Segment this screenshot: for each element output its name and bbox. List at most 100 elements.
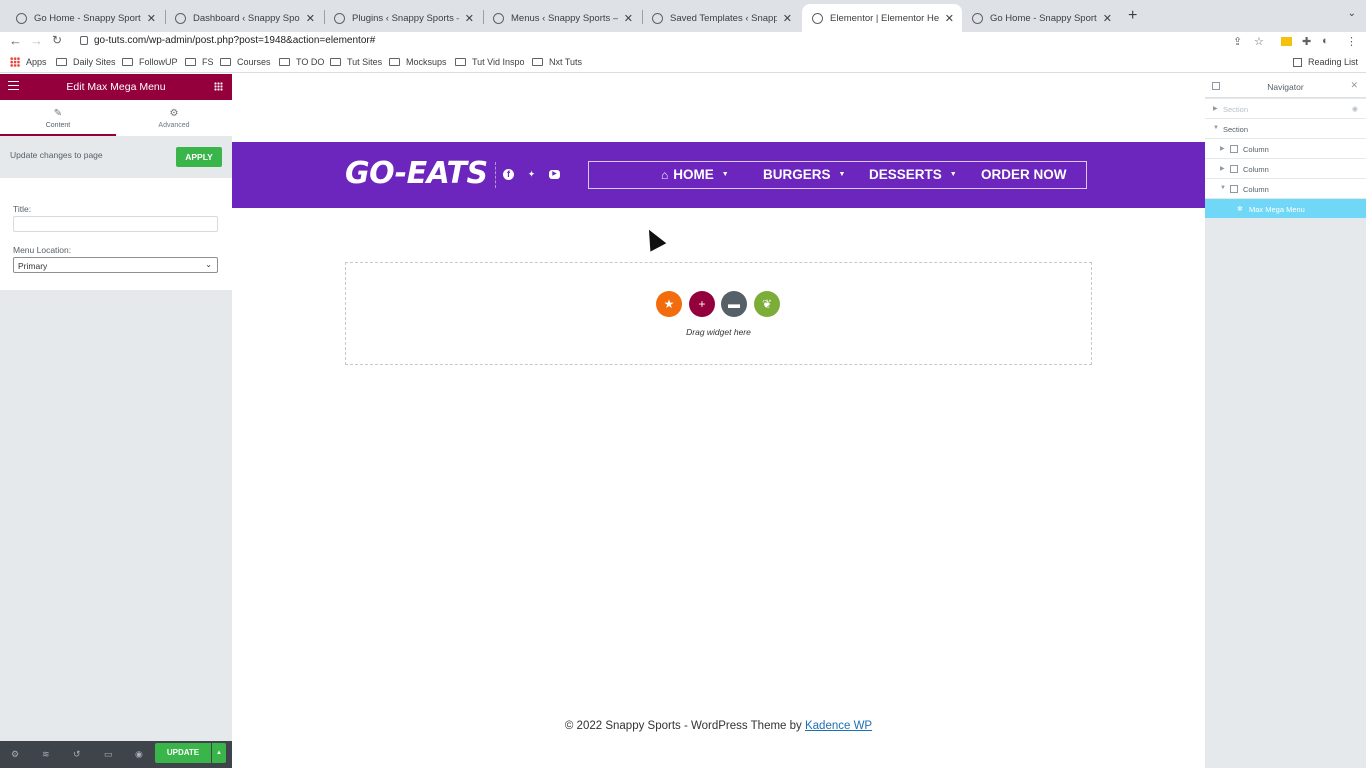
menu-item-order-now[interactable]: ORDER NOW	[981, 167, 1067, 182]
update-button[interactable]: UPDATE	[155, 743, 211, 763]
folder-icon[interactable]: ▬	[721, 291, 747, 317]
close-icon[interactable]: ✕	[624, 12, 633, 25]
bookmarks-bar: Apps Daily Sites FollowUP FS Courses TO …	[0, 52, 1366, 73]
bookmark-folder[interactable]: Tut Vid Inspo	[455, 57, 525, 67]
globe-icon	[812, 12, 823, 24]
history-icon[interactable]: ↺	[73, 749, 81, 760]
browser-tab-active[interactable]: Elementor | Elementor Header ✕	[802, 4, 962, 32]
bookmark-folder[interactable]: Mocksups	[389, 57, 447, 67]
navigator-item-section[interactable]: ▶ Section ◉	[1205, 99, 1366, 119]
navigator-item-column[interactable]: ▶ Column	[1205, 139, 1366, 159]
bookmark-label: Apps	[26, 57, 47, 67]
update-options-caret-icon[interactable]: ▲	[212, 743, 226, 763]
caret-down-icon: ▼	[838, 171, 846, 178]
star-icon[interactable]: ☆	[1254, 35, 1264, 48]
youtube-icon[interactable]: ▶	[549, 170, 560, 179]
title-field[interactable]	[13, 216, 218, 232]
envato-leaf-icon[interactable]: ❦	[754, 291, 780, 317]
star-icon[interactable]: ★	[656, 291, 682, 317]
reload-icon[interactable]: ↻	[52, 33, 62, 47]
navigator-item-label: Max Mega Menu	[1249, 205, 1305, 214]
menu-location-select[interactable]: Primary ⌄	[13, 257, 218, 273]
close-icon[interactable]: ✕	[465, 12, 474, 25]
site-header[interactable]: GO-EATS f ✦ ▶ ⌂ HOME ▼ BURGERS ▼ DESSERT…	[232, 142, 1205, 208]
bookmark-folder[interactable]: Tut Sites	[330, 57, 382, 67]
add-section-button[interactable]: +	[689, 291, 715, 317]
forward-arrow-icon[interactable]: →	[30, 33, 43, 48]
kebab-menu-icon[interactable]: ⋮	[1346, 35, 1357, 48]
profile-icon[interactable]: ◐	[1322, 35, 1329, 47]
bookmark-apps[interactable]: Apps	[10, 57, 47, 67]
bookmark-label: FollowUP	[139, 57, 178, 67]
url-field[interactable]: go-tuts.com/wp-admin/post.php?post=1948&…	[80, 35, 375, 46]
reading-list[interactable]: Reading List	[1293, 57, 1358, 67]
browser-tab[interactable]: Plugins ‹ Snappy Sports — Wo ✕	[324, 4, 482, 32]
bookmark-label: TO DO	[296, 57, 325, 67]
bookmark-folder[interactable]: FollowUP	[122, 57, 178, 67]
settings-icon[interactable]: ⚙	[11, 749, 19, 760]
bookmark-folder[interactable]: TO DO	[279, 57, 324, 67]
browser-tab[interactable]: Dashboard ‹ Snappy Sports — ✕	[165, 4, 323, 32]
widgets-grid-icon[interactable]	[214, 82, 223, 91]
responsive-icon[interactable]: ▭	[104, 749, 113, 760]
tab-advanced[interactable]: ⚙ Advanced	[116, 100, 232, 136]
divider	[495, 162, 496, 188]
browser-tab[interactable]: Go Home - Snappy Sports ✕	[6, 4, 164, 32]
close-icon[interactable]: ✕	[306, 12, 315, 25]
footer-link[interactable]: Kadence WP	[805, 720, 872, 732]
pencil-icon: ✎	[53, 108, 63, 119]
panel-tabs: ✎ Content ⚙ Advanced	[0, 100, 232, 136]
close-icon[interactable]: ✕	[147, 12, 156, 25]
share-icon[interactable]: ⇪	[1233, 35, 1242, 48]
close-icon[interactable]: ✕	[783, 12, 792, 25]
widget-drop-zone[interactable]: ★ + ▬ ❦ Drag widget here	[345, 262, 1092, 365]
bookmark-label: Mocksups	[406, 57, 447, 67]
column-icon	[1230, 145, 1238, 153]
bookmark-label: Tut Vid Inspo	[472, 57, 525, 67]
address-bar: ← → ↻ go-tuts.com/wp-admin/post.php?post…	[0, 32, 1366, 52]
bookmark-folder[interactable]: FS	[185, 57, 214, 67]
browser-tab[interactable]: Saved Templates ‹ Snappy Spo ✕	[642, 4, 800, 32]
navigator-panel: Navigator ✕ ▶ Section ◉ ▼ Section ▶ Colu…	[1205, 74, 1366, 768]
new-tab-button[interactable]: +	[1128, 7, 1137, 25]
browser-tab[interactable]: Menus ‹ Snappy Sports — Wor ✕	[483, 4, 641, 32]
bookmark-label: FS	[202, 57, 214, 67]
extension-icon[interactable]	[1281, 37, 1292, 46]
navigator-item-label: Column	[1243, 165, 1269, 174]
close-icon[interactable]: ✕	[945, 12, 954, 25]
site-logo[interactable]: GO-EATS	[345, 156, 488, 191]
bookmark-folder[interactable]: Courses	[220, 57, 271, 67]
close-icon[interactable]: ✕	[1103, 12, 1112, 25]
layers-icon[interactable]: ≋	[42, 749, 50, 760]
bookmark-label: Courses	[237, 57, 271, 67]
chevron-down-icon[interactable]: ⌄	[1348, 8, 1356, 19]
menu-item-burgers[interactable]: BURGERS ▼	[763, 167, 845, 182]
back-arrow-icon[interactable]: ←	[9, 33, 22, 48]
panel-header: Edit Max Mega Menu	[0, 74, 232, 100]
close-icon[interactable]: ✕	[1350, 80, 1358, 91]
chevron-right-icon: ▶	[1220, 166, 1225, 172]
navigator-item-section[interactable]: ▼ Section	[1205, 119, 1366, 139]
eye-icon[interactable]: ◉	[135, 749, 143, 760]
navigator-item-max-mega-menu[interactable]: ✻ Max Mega Menu	[1205, 199, 1366, 219]
navigator-item-column[interactable]: ▼ Column	[1205, 179, 1366, 199]
tab-content[interactable]: ✎ Content	[0, 100, 116, 136]
update-changes-row: Update changes to page APPLY	[0, 136, 232, 178]
browser-tab[interactable]: Go Home - Snappy Sports ✕	[962, 4, 1120, 32]
bookmark-folder[interactable]: Nxt Tuts	[532, 57, 582, 67]
folder-icon	[220, 58, 231, 66]
mouse-cursor-icon	[641, 225, 667, 252]
apply-button[interactable]: APPLY	[176, 147, 222, 167]
eye-icon[interactable]: ◉	[1352, 105, 1358, 113]
facebook-icon[interactable]: f	[503, 169, 514, 180]
folder-icon	[455, 58, 466, 66]
puzzle-icon[interactable]: ✚	[1302, 35, 1311, 48]
navigator-item-column[interactable]: ▶ Column	[1205, 159, 1366, 179]
menu-item-desserts[interactable]: DESSERTS ▼	[869, 167, 957, 182]
twitter-icon[interactable]: ✦	[526, 169, 537, 180]
bookmark-folder[interactable]: Daily Sites	[56, 57, 116, 67]
menu-item-home[interactable]: ⌂ HOME ▼	[661, 167, 729, 182]
preview-canvas: GO-EATS f ✦ ▶ ⌂ HOME ▼ BURGERS ▼ DESSERT…	[232, 74, 1205, 768]
navigator-item-label: Column	[1243, 185, 1269, 194]
chevron-down-icon: ▼	[1213, 125, 1219, 131]
